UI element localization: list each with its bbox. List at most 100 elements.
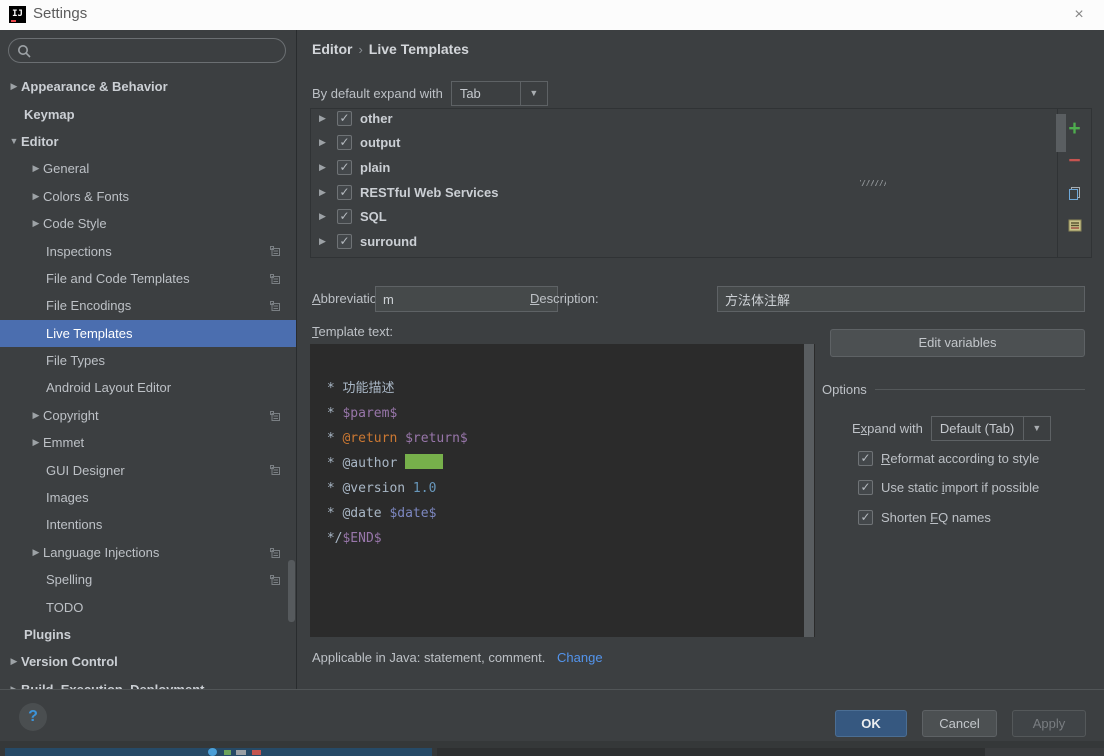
sidebar-item-build-execution-deployment[interactable]: ▶Build, Execution, Deployment [0, 676, 297, 689]
template-group-sql[interactable]: ▶✓ SQL [311, 204, 1057, 229]
close-icon[interactable]: × [1068, 4, 1090, 26]
duplicate-icon [1067, 186, 1082, 201]
checkbox-checked[interactable]: ✓ [337, 160, 352, 175]
help-button[interactable]: ? [19, 703, 47, 731]
sidebar-item-label: General [43, 161, 89, 176]
expand-with-dropdown[interactable]: Default (Tab) ▼ [931, 416, 1051, 441]
background-mark [252, 750, 261, 755]
sidebar-item-colors-fonts[interactable]: ▶Colors & Fonts [0, 183, 297, 210]
checkbox-checked[interactable]: ✓ [337, 111, 352, 126]
ok-button[interactable]: OK [835, 710, 907, 737]
abbr-desc-row: Abbreviation: Description: [312, 286, 1092, 313]
paste-button[interactable] [1058, 209, 1091, 241]
static-import-checkbox-row[interactable]: ✓ Use static import if possible [858, 480, 1039, 495]
sidebar-item-general[interactable]: ▶General [0, 155, 297, 182]
sidebar-item-inspections[interactable]: Inspections [0, 237, 297, 264]
checkbox-checked[interactable]: ✓ [337, 185, 352, 200]
sidebar-item-file-encodings[interactable]: File Encodings [0, 292, 297, 319]
expand-with-label: Expand with [852, 421, 923, 436]
sidebar-item-images[interactable]: Images [0, 484, 297, 511]
chevron-right-icon[interactable]: ▶ [319, 113, 337, 124]
chevron-right-icon[interactable]: ▶ [319, 137, 337, 148]
sidebar-item-file-types[interactable]: File Types [0, 347, 297, 374]
modified-settings-icon [269, 245, 281, 260]
template-group-surround[interactable]: ▶✓surround [311, 229, 1057, 254]
template-group-output[interactable]: ▶✓output [311, 131, 1057, 156]
duplicate-button[interactable] [1058, 177, 1091, 209]
settings-tree: ▶Appearance & Behavior Keymap ▼Editor ▶G… [0, 73, 297, 689]
edit-variables-button[interactable]: Edit variables [830, 329, 1085, 357]
options-section: Options [822, 382, 1085, 397]
list-scrollbar[interactable] [1056, 114, 1066, 152]
sidebar-item-label: GUI Designer [46, 463, 125, 478]
sidebar-item-appearance-behavior[interactable]: ▶Appearance & Behavior [0, 73, 297, 100]
chevron-down-icon[interactable]: ▼ [1023, 417, 1050, 440]
editor-scrollbar[interactable] [804, 344, 814, 637]
sidebar-item-label: Emmet [43, 435, 84, 450]
sidebar-item-label: Colors & Fonts [43, 189, 129, 204]
chevron-right-icon[interactable]: ▶ [319, 187, 337, 198]
chevron-right-icon[interactable]: ▶ [7, 656, 21, 667]
sidebar-scrollbar[interactable] [288, 560, 295, 622]
sidebar-item-label: Android Layout Editor [46, 380, 171, 395]
change-link[interactable]: Change [557, 650, 603, 665]
search-box[interactable] [8, 38, 286, 63]
splitter-grip[interactable] [860, 180, 886, 186]
chevron-down-icon[interactable]: ▼ [520, 82, 547, 105]
sidebar-item-editor[interactable]: ▼Editor [0, 128, 297, 155]
checkbox-checked[interactable]: ✓ [337, 234, 352, 249]
reformat-checkbox-row[interactable]: ✓ Reformat according to style [858, 451, 1039, 466]
breadcrumb: Editor›Live Templates [312, 41, 469, 57]
group-label: SQL [360, 209, 387, 224]
chevron-right-icon[interactable]: ▶ [29, 218, 43, 229]
breadcrumb-separator-icon: › [352, 42, 368, 57]
default-expand-dropdown[interactable]: Tab ▼ [451, 81, 548, 106]
template-group-restful[interactable]: ▶✓RESTful Web Services [311, 180, 1057, 205]
checkbox-checked[interactable]: ✓ [337, 135, 352, 150]
sidebar-item-todo[interactable]: TODO [0, 593, 297, 620]
chevron-right-icon[interactable]: ▶ [29, 410, 43, 421]
background-window-edge [985, 748, 1104, 756]
shorten-fq-checkbox-row[interactable]: ✓ Shorten FQ names [858, 510, 991, 525]
checkbox-checked[interactable]: ✓ [858, 510, 873, 525]
chevron-down-icon[interactable]: ▼ [7, 136, 21, 146]
chevron-right-icon[interactable]: ▶ [319, 162, 337, 173]
description-label: Description: [530, 291, 599, 306]
sidebar-item-emmet[interactable]: ▶Emmet [0, 429, 297, 456]
sidebar-item-label: Spelling [46, 572, 92, 587]
cancel-button[interactable]: Cancel [922, 710, 997, 737]
template-group-plain[interactable]: ▶✓plain [311, 155, 1057, 180]
chevron-right-icon[interactable]: ▶ [29, 547, 43, 558]
sidebar-item-spelling[interactable]: Spelling [0, 566, 297, 593]
search-input[interactable] [35, 41, 275, 60]
sidebar-item-file-code-templates[interactable]: File and Code Templates [0, 265, 297, 292]
chevron-right-icon[interactable]: ▶ [29, 437, 43, 448]
chevron-right-icon[interactable]: ▶ [29, 191, 43, 202]
dialog-body: ▶Appearance & Behavior Keymap ▼Editor ▶G… [0, 30, 1104, 741]
template-group-other[interactable]: ▶✓other [311, 106, 1057, 131]
sidebar-item-intentions[interactable]: Intentions [0, 511, 297, 538]
sidebar-item-copyright[interactable]: ▶Copyright [0, 402, 297, 429]
sidebar-item-label: Intentions [46, 517, 102, 532]
description-field[interactable] [717, 286, 1085, 312]
sidebar-item-android-layout-editor[interactable]: Android Layout Editor [0, 374, 297, 401]
search-icon [17, 44, 31, 58]
chevron-right-icon[interactable]: ▶ [319, 211, 337, 222]
chevron-right-icon[interactable]: ▶ [7, 81, 21, 92]
sidebar-item-language-injections[interactable]: ▶Language Injections [0, 539, 297, 566]
sidebar-item-code-style[interactable]: ▶Code Style [0, 210, 297, 237]
checkbox-checked[interactable]: ✓ [858, 480, 873, 495]
checkbox-checked[interactable]: ✓ [337, 209, 352, 224]
sidebar-item-live-templates[interactable]: Live Templates [0, 320, 297, 347]
sidebar-item-label: TODO [46, 600, 83, 615]
sidebar-item-version-control[interactable]: ▶Version Control [0, 648, 297, 675]
chevron-right-icon[interactable]: ▶ [29, 163, 43, 174]
checkbox-checked[interactable]: ✓ [858, 451, 873, 466]
template-text-editor[interactable]: * 功能描述 * $parem$ * @return $return$ * @a… [310, 344, 815, 637]
sidebar-item-gui-designer[interactable]: GUI Designer [0, 456, 297, 483]
sidebar-item-label: Keymap [24, 107, 75, 122]
title-bar: IJ Settings × [0, 0, 1104, 30]
sidebar-item-keymap[interactable]: Keymap [0, 100, 297, 127]
chevron-right-icon[interactable]: ▶ [319, 236, 337, 247]
sidebar-item-plugins[interactable]: Plugins [0, 621, 297, 648]
